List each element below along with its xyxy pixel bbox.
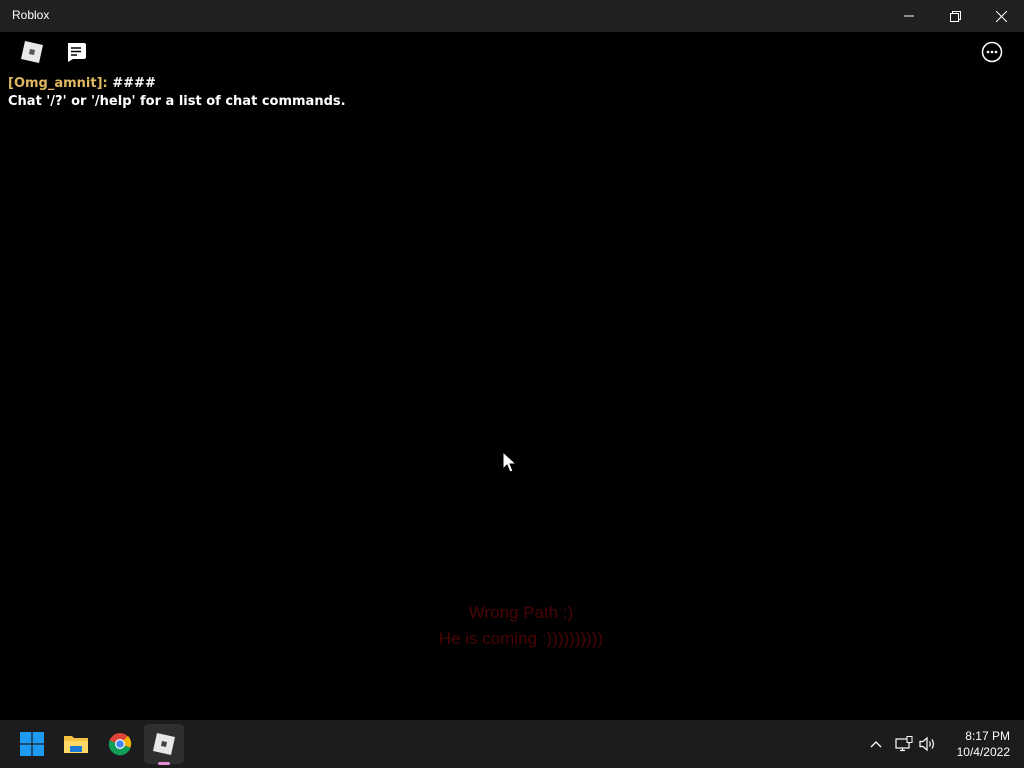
chat-toggle-button[interactable] [62, 38, 90, 66]
file-explorer-button[interactable] [56, 724, 96, 764]
window-title: Roblox [12, 8, 50, 22]
system-clock[interactable]: 8:17 PM 10/4/2022 [946, 728, 1010, 760]
active-app-indicator [158, 762, 170, 765]
roblox-taskbar-button[interactable] [144, 724, 184, 764]
game-message-line-2: He is coming :)))))))))) [438, 629, 604, 648]
chat-log: [Omg_amnit]: #### Chat '/?' or '/help' f… [8, 75, 346, 111]
chat-system-message: Chat '/?' or '/help' for a list of chat … [8, 94, 346, 109]
chat-username[interactable]: [Omg_amnit]: [8, 76, 108, 91]
more-options-button[interactable] [978, 38, 1006, 66]
minimize-icon [904, 15, 914, 17]
more-options-icon [981, 41, 1003, 63]
restore-icon [949, 10, 961, 22]
chrome-button[interactable] [100, 724, 140, 764]
roblox-menu-icon [21, 41, 43, 63]
mouse-cursor-icon [502, 451, 518, 473]
show-hidden-icons-button[interactable] [864, 720, 888, 768]
start-button[interactable] [12, 724, 52, 764]
roblox-menu-button[interactable] [18, 38, 46, 66]
close-button[interactable] [978, 0, 1024, 32]
volume-icon [919, 736, 934, 752]
chat-message: [Omg_amnit]: #### [8, 75, 346, 93]
game-message: Wrong Path :) He is coming :)))))))))) [380, 600, 662, 652]
roblox-icon [153, 733, 175, 755]
volume-button[interactable] [916, 720, 940, 768]
clock-time: 8:17 PM [965, 729, 1010, 743]
windows-start-icon [20, 732, 44, 756]
chat-message-text: #### [107, 76, 156, 91]
game-viewport[interactable]: [Omg_amnit]: #### Chat '/?' or '/help' f… [0, 32, 1024, 720]
title-bar: Roblox [0, 0, 1024, 32]
network-icon [895, 736, 913, 752]
game-message-line-1: Wrong Path :) [468, 603, 574, 622]
chrome-icon [108, 733, 132, 756]
close-icon [995, 10, 1007, 22]
taskbar: 8:17 PM 10/4/2022 [0, 720, 1024, 768]
restore-button[interactable] [932, 0, 978, 32]
minimize-button[interactable] [886, 0, 932, 32]
chat-icon [68, 43, 86, 62]
clock-date: 10/4/2022 [956, 745, 1010, 759]
chevron-up-icon [870, 741, 882, 748]
file-explorer-icon [64, 736, 88, 753]
network-button[interactable] [892, 720, 916, 768]
